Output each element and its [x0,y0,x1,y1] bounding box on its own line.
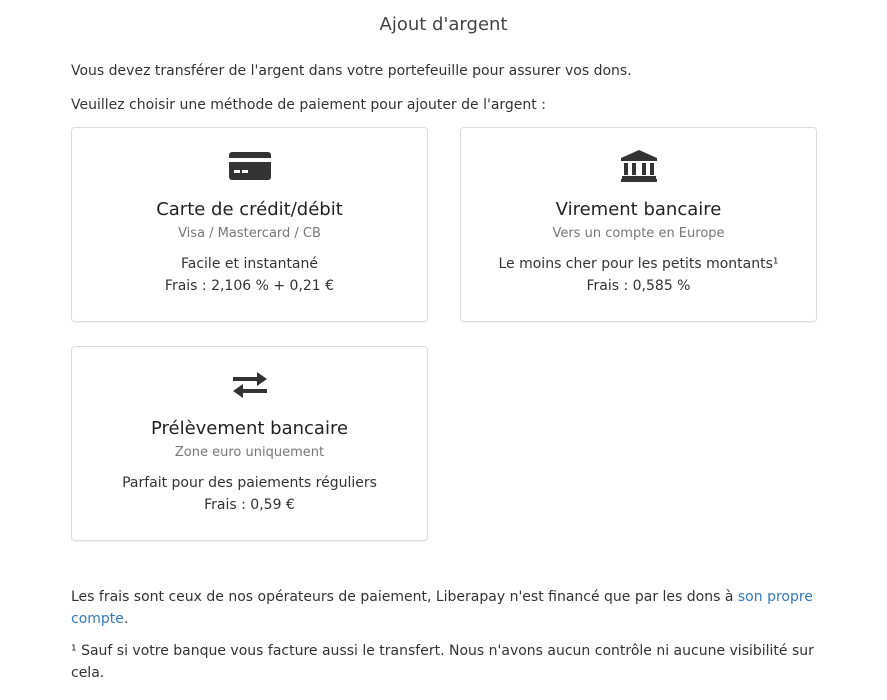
credit-card-icon [72,148,427,184]
card-title: Prélèvement bancaire [150,418,349,439]
fees-text: Les frais sont ceux de nos opérateurs de… [71,589,734,605]
page-title: Ajout d'argent [379,14,508,35]
card-fee: Frais : 0,59 € [204,497,295,513]
fees-text-end: . [123,611,129,627]
card-title: Carte de crédit/débit [156,199,343,220]
payment-method-card-direct-debit[interactable]: Prélèvement bancaire Zone euro uniquemen… [71,346,428,541]
card-fee: Frais : 0,585 % [586,278,691,294]
payment-method-card-credit[interactable]: Carte de crédit/débit Visa / Mastercard … [71,127,428,322]
card-fee: Frais : 2,106 % + 0,21 € [164,278,335,294]
fees-explanation: Les frais sont ceux de nos opérateurs de… [71,586,821,630]
card-description: Facile et instantané [181,256,318,272]
card-title: Virement bancaire [555,199,722,220]
card-subtitle: Zone euro uniquement [174,445,325,460]
payment-method-card-transfer[interactable]: Virement bancaire Vers un compte en Euro… [460,127,817,322]
card-description: Le moins cher pour les petits montants¹ [498,256,779,272]
card-subtitle: Visa / Mastercard / CB [178,226,321,241]
intro-text: Vous devez transférer de l'argent dans v… [71,63,632,79]
card-subtitle: Vers un compte en Europe [552,226,725,241]
transfer-arrows-icon [72,367,427,403]
bank-icon [461,148,816,184]
choose-method-text: Veuillez choisir une méthode de paiement… [71,97,546,113]
footnote-note: ¹ Sauf si votre banque vous facture auss… [71,643,814,681]
card-description: Parfait pour des paiements réguliers [122,475,377,491]
